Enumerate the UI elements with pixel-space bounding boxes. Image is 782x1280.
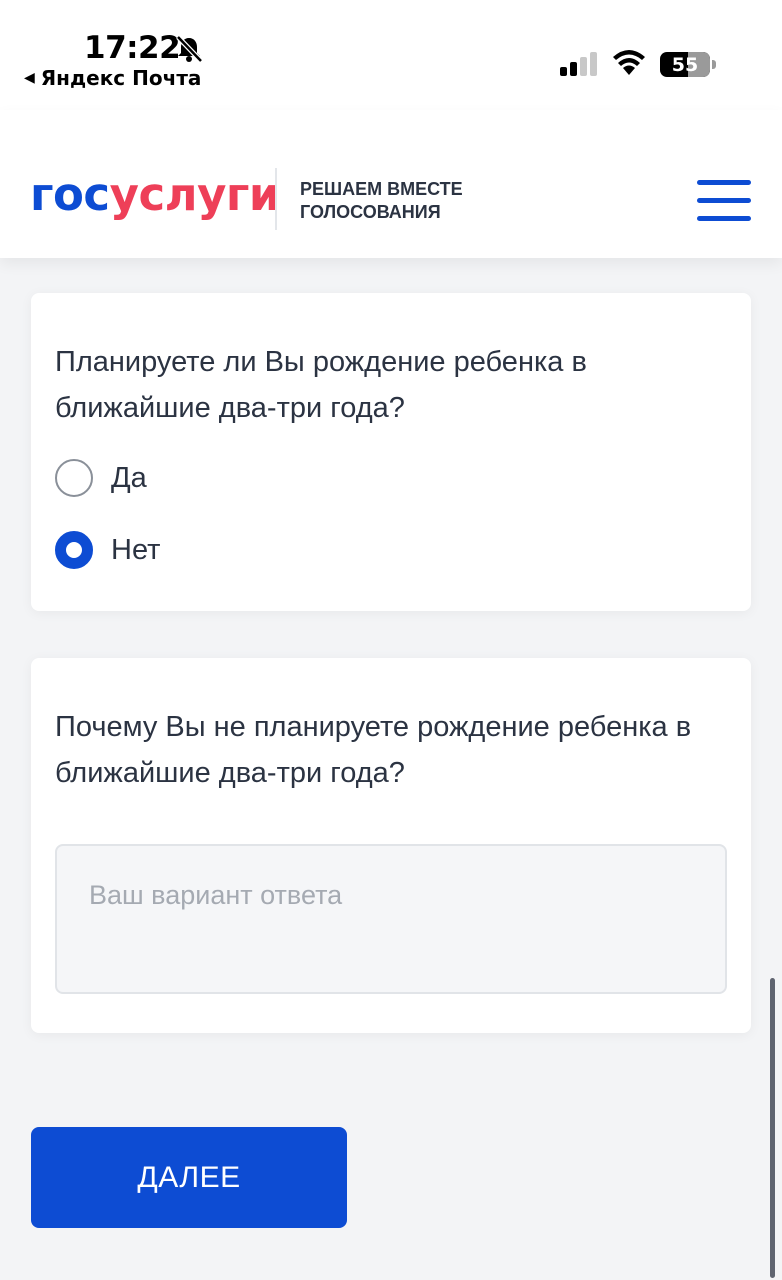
- answer-textarea[interactable]: [55, 844, 727, 994]
- header-divider: [275, 168, 277, 230]
- battery-indicator: 55: [660, 52, 716, 77]
- status-time: 17:22: [84, 30, 181, 66]
- radio-unchecked-icon[interactable]: [55, 459, 93, 497]
- next-button[interactable]: ДАЛЕЕ: [31, 1127, 347, 1228]
- question-card-2: Почему Вы не планируете рождение ребенка…: [31, 658, 751, 1033]
- radio-option-net[interactable]: Нет: [55, 531, 160, 569]
- radio-label-net: Нет: [111, 533, 161, 566]
- cellular-signal-icon: [560, 52, 597, 76]
- scrollbar[interactable]: [770, 978, 775, 1278]
- hamburger-menu-icon[interactable]: [697, 180, 751, 222]
- question-1-text: Планируете ли Вы рождение ребенка в ближ…: [55, 346, 587, 424]
- logo-part-uslugi: услуги: [109, 168, 281, 221]
- back-triangle-icon: ◀: [24, 70, 35, 86]
- back-app-label: Яндекс Почта: [40, 66, 202, 90]
- gosuslugi-logo[interactable]: госуслуги: [30, 172, 280, 217]
- wifi-icon: [613, 50, 645, 75]
- back-to-app-link[interactable]: ◀ Яндекс Почта: [24, 66, 201, 90]
- radio-checked-icon[interactable]: [55, 531, 93, 569]
- bell-slash-icon: [176, 35, 203, 63]
- question-card-1: Планируете ли Вы рождение ребенка в ближ…: [31, 293, 751, 611]
- status-bar: 17:22 ◀ Яндекс Почта 55: [0, 0, 782, 110]
- tagline-line-2: ГОЛОСОВАНИЯ: [300, 202, 441, 222]
- battery-level: 55: [671, 53, 699, 76]
- site-header: госуслуги РЕШАЕМ ВМЕСТЕ ГОЛОСОВАНИЯ: [0, 110, 782, 258]
- radio-label-da: Да: [111, 461, 147, 494]
- tagline-line-1: РЕШАЕМ ВМЕСТЕ: [300, 179, 463, 199]
- logo-part-gos: гос: [30, 168, 110, 221]
- question-2-text: Почему Вы не планируете рождение ребенка…: [55, 711, 692, 789]
- radio-option-da[interactable]: Да: [55, 459, 147, 497]
- header-tagline: РЕШАЕМ ВМЕСТЕ ГОЛОСОВАНИЯ: [300, 178, 463, 224]
